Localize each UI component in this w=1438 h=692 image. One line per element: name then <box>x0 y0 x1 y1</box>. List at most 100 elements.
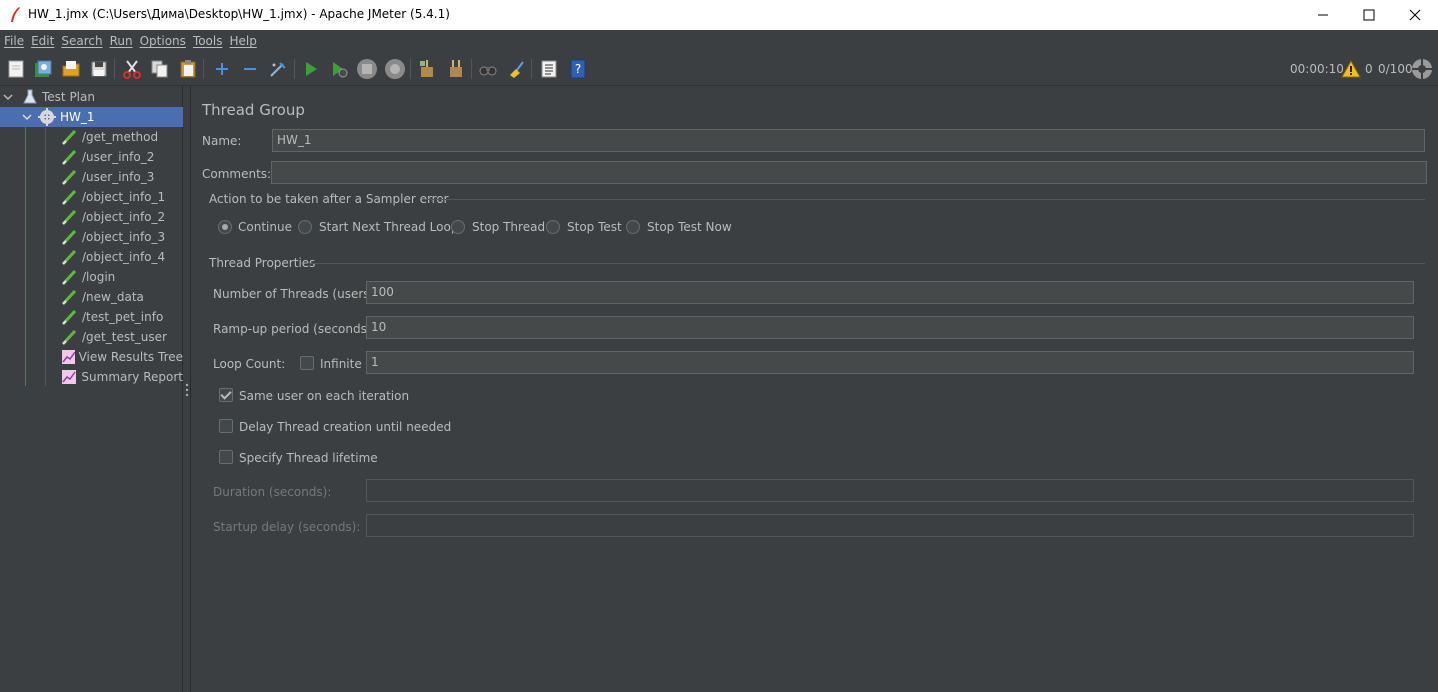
clear-all-button[interactable] <box>445 58 467 80</box>
elapsed-timer: 00:00:10 <box>1290 62 1344 76</box>
panel-splitter[interactable] <box>183 86 191 692</box>
stop-button[interactable] <box>356 58 378 80</box>
new-button[interactable] <box>5 58 27 80</box>
menu-search[interactable]: Search <box>61 34 102 48</box>
function-helper-button[interactable] <box>538 58 560 80</box>
menu-options[interactable]: Options <box>140 34 186 48</box>
clear-button[interactable] <box>416 58 438 80</box>
radio-continue[interactable] <box>218 220 232 234</box>
tree-node-sampler[interactable]: /get_method <box>0 127 183 147</box>
tree-label: View Results Tree <box>78 350 183 364</box>
startup-delay-field[interactable] <box>366 514 1414 537</box>
title-bar: HW_1.jmx (C:\Users\Дима\Desktop\HW_1.jmx… <box>0 0 1438 30</box>
save-button[interactable] <box>88 58 110 80</box>
maximize-button[interactable] <box>1346 0 1392 30</box>
scissors-icon <box>123 60 141 79</box>
minimize-button[interactable] <box>1300 0 1346 30</box>
chevron-down-icon <box>3 94 13 101</box>
menu-help[interactable]: Help <box>229 34 256 48</box>
tree-node-sampler[interactable]: /user_info_2 <box>0 147 183 167</box>
thread-properties-title: Thread Properties <box>209 256 316 270</box>
help-book-icon: ? <box>570 59 586 79</box>
comments-label: Comments: <box>202 167 272 181</box>
menu-edit[interactable]: Edit <box>31 34 54 48</box>
rampup-field[interactable]: 10 <box>366 316 1414 339</box>
paste-button[interactable] <box>177 58 199 80</box>
remote-status-button[interactable] <box>1411 58 1433 80</box>
flask-icon <box>23 89 37 104</box>
rampup-label: Ramp-up period (seconds): <box>213 322 376 336</box>
menu-tools[interactable]: Tools <box>193 34 223 48</box>
tree-node-sampler[interactable]: /object_info_3 <box>0 227 183 247</box>
http-sampler-pipette-icon <box>61 209 77 226</box>
thread-lifetime-label: Specify Thread lifetime <box>239 451 378 465</box>
warnings-button[interactable] <box>1340 58 1362 80</box>
tree-node-sampler[interactable]: /login <box>0 267 183 287</box>
tree-node-sampler[interactable]: /get_test_user <box>0 327 183 347</box>
shutdown-button[interactable] <box>384 58 406 80</box>
loop-count-field[interactable]: 1 <box>366 351 1414 374</box>
http-sampler-pipette-icon <box>61 329 77 346</box>
tree-node-listener[interactable]: View Results Tree <box>0 347 183 367</box>
same-user-label: Same user on each iteration <box>239 389 410 403</box>
tree-node-listener[interactable]: Summary Report <box>0 367 183 387</box>
help-button[interactable]: ? <box>567 58 589 80</box>
name-field[interactable]: HW_1 <box>272 129 1425 152</box>
play-no-timers-icon <box>333 62 348 78</box>
templates-icon <box>35 60 52 77</box>
comments-field[interactable] <box>271 161 1427 184</box>
tree-node-test-plan[interactable]: Test Plan <box>0 87 183 107</box>
search-button[interactable] <box>477 58 499 80</box>
clear-all-broom-icon <box>450 60 462 77</box>
menu-run[interactable]: Run <box>110 34 133 48</box>
group-divider <box>422 199 1425 200</box>
jmeter-feather-icon <box>11 7 20 22</box>
cut-button[interactable] <box>121 58 143 80</box>
radio-stop-test-now[interactable] <box>626 220 640 234</box>
radio-start-next-thread-loop[interactable] <box>298 220 312 234</box>
stop-icon <box>357 59 377 79</box>
expand-all-button[interactable] <box>211 58 233 80</box>
svg-text:?: ? <box>575 62 581 76</box>
copy-button[interactable] <box>149 58 171 80</box>
startup-delay-label: Startup delay (seconds): <box>213 520 361 534</box>
reset-search-broom-icon <box>510 61 524 78</box>
collapse-all-button[interactable] <box>239 58 261 80</box>
toggle-button[interactable] <box>267 58 289 80</box>
binoculars-icon <box>479 66 497 76</box>
window-title: HW_1.jmx (C:\Users\Дима\Desktop\HW_1.jmx… <box>28 7 450 21</box>
panel-title: Thread Group <box>202 101 305 119</box>
radio-stop-test-label: Stop Test <box>567 220 622 234</box>
radio-stop-thread[interactable] <box>451 220 465 234</box>
same-user-checkbox[interactable] <box>219 388 233 402</box>
radio-stop-test[interactable] <box>546 220 560 234</box>
templates-button[interactable] <box>32 58 54 80</box>
duration-field[interactable] <box>366 479 1414 502</box>
tree-label: /object_info_4 <box>82 250 166 264</box>
delay-creation-label: Delay Thread creation until needed <box>239 420 452 434</box>
tree-node-sampler[interactable]: /object_info_4 <box>0 247 183 267</box>
tree-node-sampler[interactable]: /new_data <box>0 287 183 307</box>
menu-file[interactable]: File <box>4 34 24 48</box>
toolbar-separator <box>471 59 472 79</box>
tree-node-sampler[interactable]: /object_info_2 <box>0 207 183 227</box>
tree-node-sampler[interactable]: /user_info_3 <box>0 167 183 187</box>
tree-node-sampler[interactable]: /test_pet_info <box>0 307 183 327</box>
start-button[interactable] <box>300 58 322 80</box>
open-button[interactable] <box>60 58 82 80</box>
listener-graph-icon <box>62 370 76 384</box>
group-divider <box>307 263 1425 264</box>
threads-field[interactable]: 100 <box>366 281 1414 304</box>
reset-search-button[interactable] <box>505 58 527 80</box>
tree-label: HW_1 <box>60 110 95 124</box>
toggle-wand-icon <box>270 62 286 77</box>
tree-node-thread-group[interactable]: HW_1 <box>0 107 183 127</box>
thread-lifetime-checkbox[interactable] <box>219 450 233 464</box>
http-sampler-pipette-icon <box>61 189 77 206</box>
close-button[interactable] <box>1392 0 1438 30</box>
tree-node-sampler[interactable]: /object_info_1 <box>0 187 183 207</box>
start-no-pauses-button[interactable] <box>328 58 350 80</box>
delay-creation-checkbox[interactable] <box>219 419 233 433</box>
infinite-checkbox[interactable] <box>300 356 314 370</box>
gear-icon <box>38 108 56 126</box>
